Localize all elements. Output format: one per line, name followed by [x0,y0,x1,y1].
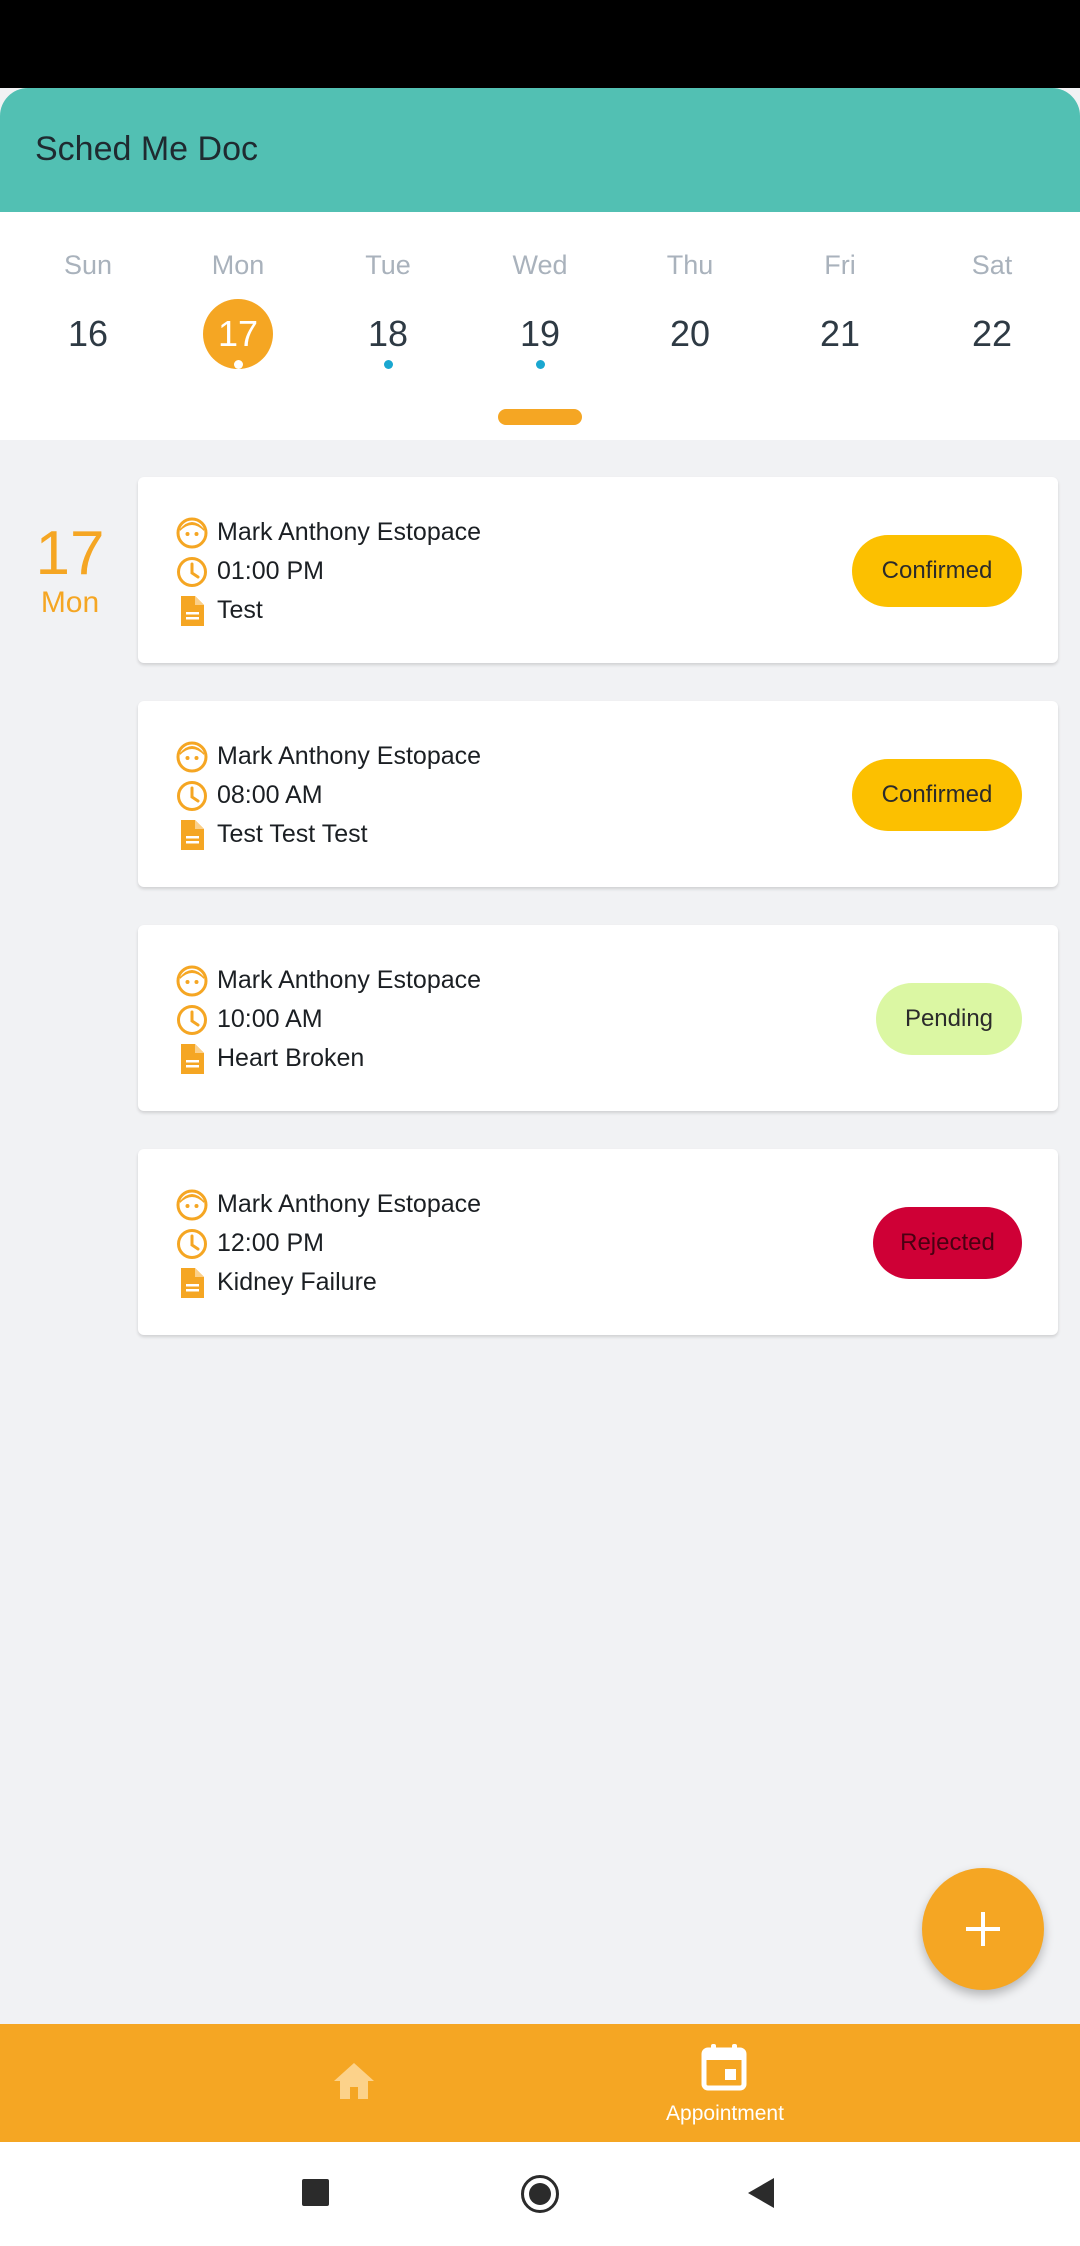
document-icon [181,596,204,626]
day-name: Tue [365,250,411,280]
day-number-wrap: 22 [957,299,1027,369]
patient-name: Mark Anthony Estopace [217,742,482,770]
bottom-nav: Appointment [0,2024,1080,2142]
patient-name: Mark Anthony Estopace [217,518,482,546]
clock-icon [177,781,207,811]
day-number: 18 [367,313,409,354]
day-name: Mon [211,250,265,280]
appointment-time: 12:00 PM [217,1229,325,1257]
day-sat[interactable]: Sat 22 [922,212,1062,412]
patient-name: Mark Anthony Estopace [217,1190,482,1218]
appointment-card[interactable]: Mark Anthony Estopace 12:00 PM Kidney Fa… [138,1149,1058,1335]
nav-appointment-label: Appointment [666,2102,784,2125]
day-fri[interactable]: Fri 21 [770,212,910,412]
day-name: Fri [824,250,856,280]
day-wed[interactable]: Wed 19 [470,212,610,412]
day-name: Wed [512,250,568,280]
event-dot [384,360,393,369]
day-name: Sun [63,250,113,280]
day-number: 22 [971,313,1013,354]
appointment-time: 08:00 AM [217,781,323,809]
appointment-reason: Kidney Failure [217,1268,377,1296]
appointment-time: 01:00 PM [217,557,325,585]
patient-face-icon [176,741,208,773]
selected-date-day: 17 [35,519,105,588]
document-icon [181,1044,204,1074]
status-bar [0,0,1080,88]
home-icon [334,2063,374,2099]
day-number: 21 [819,313,861,354]
week-strip: Sun 16 Mon 17 Tue 18 Wed 19 Thu 20 Fri 2… [0,212,1080,440]
appointment-reason: Test [217,596,263,624]
day-number-wrap: 18 [353,299,423,369]
day-number: 16 [67,313,109,354]
day-number-selected: 17 [203,299,273,369]
status-badge: Confirmed [852,535,1022,607]
appointment-reason: Heart Broken [217,1044,365,1072]
day-number: 19 [519,313,561,354]
add-icon-vertical [981,1912,985,1946]
nav-home[interactable] [0,2024,540,2142]
status-badge: Rejected [873,1207,1022,1279]
clock-icon [177,1229,207,1259]
day-number-wrap: 19 [505,299,575,369]
recents-button[interactable] [302,2179,329,2206]
day-number-wrap: 20 [655,299,725,369]
system-home-button[interactable] [521,2175,559,2213]
status-badge: Confirmed [852,759,1022,831]
document-icon [181,820,204,850]
calendar-icon [701,2044,747,2091]
clock-icon [177,557,207,587]
patient-face-icon [176,517,208,549]
home-circle-inner [529,2183,551,2205]
nav-appointment[interactable]: Appointment [540,2024,910,2142]
day-tue[interactable]: Tue 18 [318,212,458,412]
appointment-reason: Test Test Test [217,820,368,848]
add-appointment-button[interactable] [922,1868,1044,1990]
status-badge: Pending [876,983,1022,1055]
day-mon[interactable]: Mon 17 [168,212,308,412]
event-dot [234,360,243,369]
day-number-wrap: 16 [53,299,123,369]
day-name: Thu [666,250,714,280]
patient-face-icon [176,1189,208,1221]
appointment-card[interactable]: Mark Anthony Estopace 10:00 AM Heart Bro… [138,925,1058,1111]
appointment-time: 10:00 AM [217,1005,323,1033]
day-sun[interactable]: Sun 16 [18,212,158,412]
appointment-card[interactable]: Mark Anthony Estopace 01:00 PM Test Conf… [138,477,1058,663]
document-icon [181,1268,204,1298]
week-expand-handle[interactable] [498,409,582,425]
back-button[interactable] [748,2178,774,2208]
clock-icon [177,1005,207,1035]
day-number: 17 [217,313,259,354]
patient-face-icon [176,965,208,997]
appointment-card[interactable]: Mark Anthony Estopace 08:00 AM Test Test… [138,701,1058,887]
day-number: 20 [669,313,711,354]
event-dot [536,360,545,369]
selected-date-weekday: Mon [40,586,100,619]
day-number-wrap: 21 [805,299,875,369]
selected-date-label: 17 Mon [20,522,120,620]
app-bar: Sched Me Doc [0,88,1080,212]
day-thu[interactable]: Thu 20 [620,212,760,412]
system-nav-bar [0,2142,1080,2246]
app-title: Sched Me Doc [35,130,258,168]
patient-name: Mark Anthony Estopace [217,966,482,994]
day-name: Sat [971,250,1013,280]
